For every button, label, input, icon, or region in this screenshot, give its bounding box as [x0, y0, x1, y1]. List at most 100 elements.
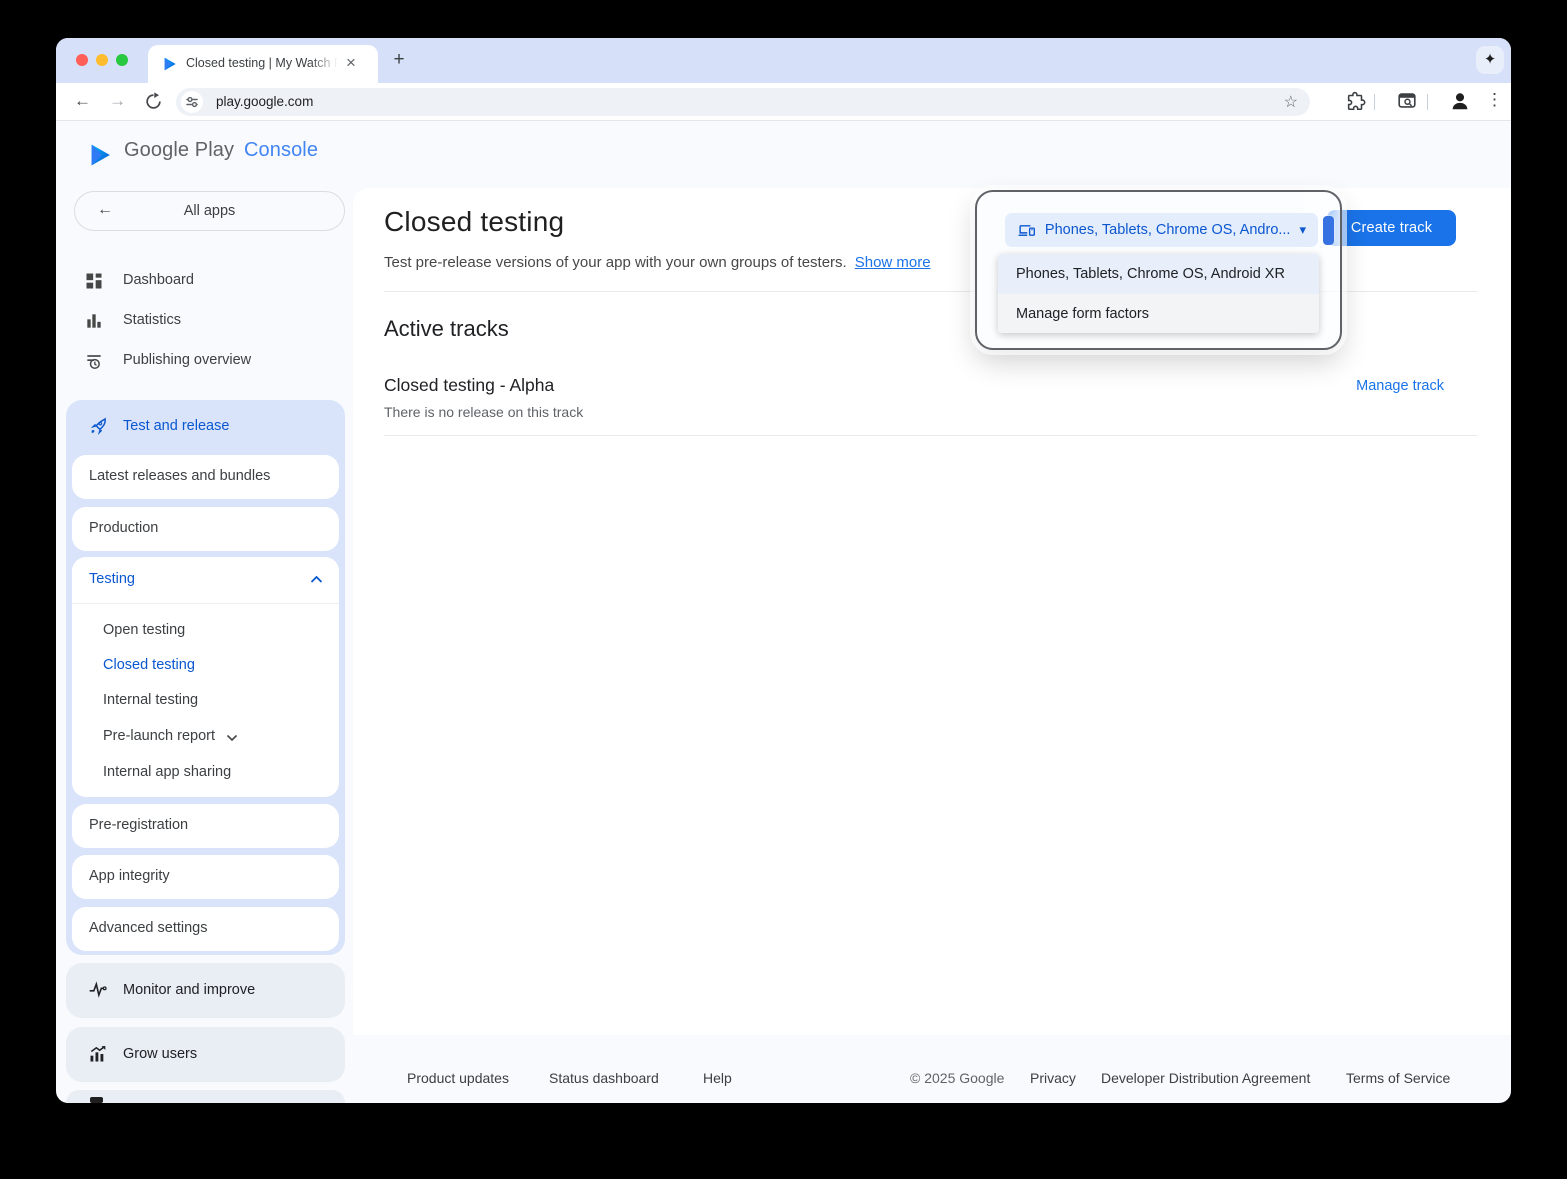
browser-profile-icon[interactable]: [1449, 90, 1471, 112]
close-window-button[interactable]: [76, 54, 88, 66]
url-text[interactable]: play.google.com: [216, 94, 313, 109]
sidebar-item-test-and-release[interactable]: Test and release: [78, 408, 333, 444]
sidebar-item-open-testing[interactable]: Open testing: [72, 615, 339, 647]
subitem-label-active: Closed testing: [103, 657, 195, 673]
tab-search-icon[interactable]: [1396, 90, 1418, 112]
forward-icon[interactable]: →: [109, 91, 126, 111]
new-tab-button[interactable]: +: [386, 47, 412, 73]
card-label: Pre-registration: [89, 817, 188, 833]
sidebar-item-label: Test and release: [123, 418, 229, 434]
browser-menu-icon[interactable]: ⋮: [1486, 90, 1503, 110]
manage-track-link[interactable]: Manage track: [1356, 378, 1444, 394]
dropdown-caret-icon: ▾: [1299, 222, 1306, 238]
form-factor-selector[interactable]: Phones, Tablets, Chrome OS, Andro... ▾: [1005, 213, 1318, 247]
close-tab-icon[interactable]: ×: [346, 53, 356, 73]
browser-tab[interactable]: Closed testing | My Watch Fac ×: [148, 45, 378, 83]
create-track-button[interactable]: Create track: [1327, 210, 1456, 246]
sidebar-item-advanced-settings[interactable]: Advanced settings: [72, 907, 339, 951]
divider: [72, 603, 339, 604]
subitem-label: Internal testing: [103, 692, 198, 708]
all-apps-button[interactable]: ← All apps: [74, 191, 345, 231]
form-factor-selected-value: Phones, Tablets, Chrome OS, Andro...: [1045, 222, 1291, 238]
show-more-link[interactable]: Show more: [855, 254, 931, 271]
subitem-label: Pre-launch report: [103, 728, 215, 744]
pulse-icon: [88, 980, 108, 1000]
footer-link-status-dashboard[interactable]: Status dashboard: [549, 1070, 659, 1086]
toolbar-divider: [1427, 94, 1428, 110]
logo-google-play-text[interactable]: Google Play: [124, 139, 234, 162]
browser-window: Closed testing | My Watch Fac × + ✦ ← → …: [56, 38, 1511, 1103]
rocket-icon: [88, 416, 108, 436]
logo-console-text[interactable]: Console: [244, 139, 318, 162]
site-settings-icon[interactable]: [181, 91, 203, 113]
maximize-window-button[interactable]: [116, 54, 128, 66]
footer-link-product-updates[interactable]: Product updates: [407, 1070, 509, 1086]
extensions-icon[interactable]: [1345, 90, 1367, 112]
browser-toolbar: ← → play.google.com ☆: [56, 83, 1511, 121]
sidebar-item-production[interactable]: Production: [72, 507, 339, 551]
all-apps-label: All apps: [75, 203, 344, 219]
sidebar-group-testing: Testing Open testing Closed testing Inte…: [72, 557, 339, 797]
sidebar-item-statistics[interactable]: Statistics: [74, 302, 344, 340]
chevron-down-icon: [226, 734, 238, 742]
sidebar-item-monitor-and-improve[interactable]: Monitor and improve: [66, 963, 345, 1018]
footer-link-help[interactable]: Help: [703, 1070, 732, 1086]
page-title: Closed testing: [384, 206, 564, 238]
page-description: Test pre-release versions of your app wi…: [384, 254, 931, 271]
sidebar-item-label: Publishing overview: [123, 352, 251, 368]
play-store-favicon: [162, 56, 178, 72]
toolbar-divider: [1374, 94, 1375, 110]
footer-link-distribution-agreement[interactable]: Developer Distribution Agreement: [1101, 1070, 1310, 1086]
console-footer: Product updates Status dashboard Help © …: [56, 1035, 1511, 1103]
menu-item-manage-form-factors[interactable]: Manage form factors: [998, 294, 1319, 333]
statistics-icon: [84, 311, 104, 331]
sparkle-icon[interactable]: ✦: [1476, 46, 1504, 74]
sidebar-item-latest-releases[interactable]: Latest releases and bundles: [72, 455, 339, 499]
sidebar-item-label: Statistics: [123, 312, 181, 328]
card-label: App integrity: [89, 868, 170, 884]
footer-copyright: © 2025 Google: [910, 1070, 1004, 1086]
sidebar-item-internal-app-sharing[interactable]: Internal app sharing: [72, 757, 339, 789]
minimize-window-button[interactable]: [96, 54, 108, 66]
track-status: There is no release on this track: [384, 404, 583, 420]
devices-icon: [1017, 221, 1036, 240]
sidebar-item-label: Monitor and improve: [123, 982, 255, 998]
testing-label: Testing: [89, 571, 135, 587]
sidebar-item-app-integrity[interactable]: App integrity: [72, 855, 339, 899]
sidebar-item-closed-testing[interactable]: Closed testing: [72, 650, 339, 682]
subitem-label: Open testing: [103, 622, 185, 638]
bookmark-star-icon[interactable]: ☆: [1284, 92, 1298, 112]
sidebar-item-internal-testing[interactable]: Internal testing: [72, 685, 339, 717]
card-label: Production: [89, 520, 158, 536]
card-label: Latest releases and bundles: [89, 468, 270, 484]
card-label: Advanced settings: [89, 920, 208, 936]
test-and-release-group: Test and release Latest releases and bun…: [66, 400, 345, 955]
sidebar-item-pre-registration[interactable]: Pre-registration: [72, 804, 339, 848]
description-text: Test pre-release versions of your app wi…: [384, 254, 847, 271]
active-tracks-heading: Active tracks: [384, 316, 509, 342]
track-name: Closed testing - Alpha: [384, 375, 554, 396]
console-header: Google Play Console Unread notifications: [56, 121, 1511, 188]
create-track-button-sliver: [1323, 216, 1334, 245]
form-factor-dropdown-overlay: Phones, Tablets, Chrome OS, Andro... ▾ P…: [975, 190, 1342, 350]
sidebar-item-pre-launch-report[interactable]: Pre-launch report: [72, 721, 339, 753]
footer-link-privacy[interactable]: Privacy: [1030, 1070, 1076, 1086]
menu-item-phones-tablets[interactable]: Phones, Tablets, Chrome OS, Android XR: [998, 254, 1319, 294]
sidebar-item-testing[interactable]: Testing: [72, 557, 339, 603]
divider: [384, 435, 1478, 436]
sidebar-item-dashboard[interactable]: Dashboard: [74, 262, 344, 300]
reload-icon[interactable]: [144, 92, 163, 111]
tab-title: Closed testing | My Watch Fac: [186, 56, 338, 70]
sidebar-item-label: Dashboard: [123, 272, 194, 288]
back-icon[interactable]: ←: [74, 91, 91, 111]
sidebar-item-publishing-overview[interactable]: Publishing overview: [74, 342, 344, 380]
chevron-up-icon: [310, 575, 323, 584]
form-factor-menu: Phones, Tablets, Chrome OS, Android XR M…: [998, 254, 1319, 333]
dashboard-icon: [84, 271, 104, 291]
footer-link-terms[interactable]: Terms of Service: [1346, 1070, 1450, 1086]
address-bar[interactable]: play.google.com ☆: [176, 88, 1310, 116]
publishing-overview-icon: [84, 351, 104, 371]
subitem-label: Internal app sharing: [103, 764, 231, 780]
tab-strip: Closed testing | My Watch Fac × + ✦: [56, 38, 1511, 83]
google-play-logo-icon: [88, 142, 113, 168]
